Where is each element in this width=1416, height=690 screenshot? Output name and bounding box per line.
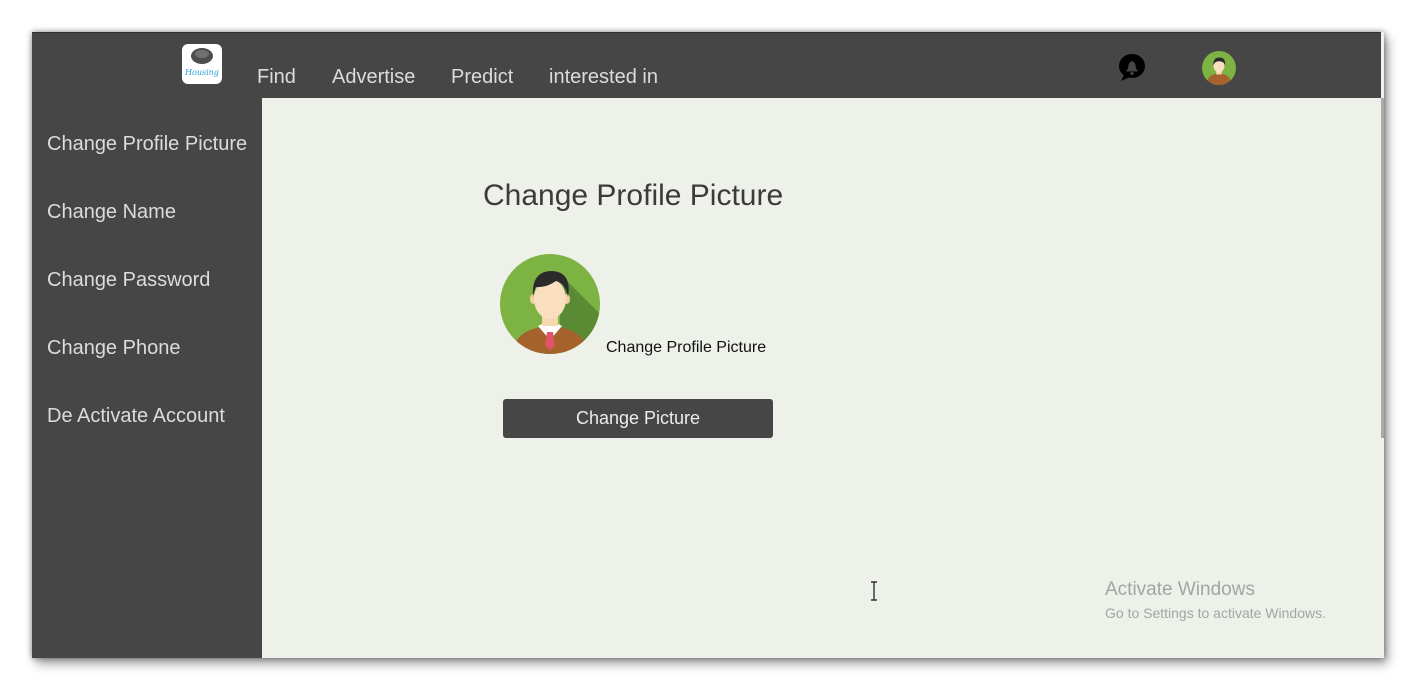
profile-picture-label: Change Profile Picture xyxy=(606,339,767,356)
change-picture-button[interactable]: Change Picture xyxy=(503,399,773,438)
activate-windows-title: Activate Windows xyxy=(1105,579,1255,600)
nav-advertise[interactable]: Advertise xyxy=(332,66,415,89)
page-title: Change Profile Picture xyxy=(483,179,784,212)
settings-sidebar: Change Profile Picture Change Name Chang… xyxy=(32,98,262,658)
bell-icon[interactable] xyxy=(1118,53,1146,83)
nav-interested-in[interactable]: interested in xyxy=(549,66,658,89)
top-navbar: Housing Find Advertise Predict intereste… xyxy=(32,32,1381,98)
nav-predict[interactable]: Predict xyxy=(451,66,513,89)
nav-find[interactable]: Find xyxy=(257,66,296,89)
activate-windows-subtitle: Go to Settings to activate Windows. xyxy=(1105,605,1326,621)
sidebar-item-deactivate-account[interactable]: De Activate Account xyxy=(47,405,225,428)
profile-avatar-icon[interactable] xyxy=(1202,51,1236,85)
sidebar-item-change-password[interactable]: Change Password xyxy=(47,269,210,292)
sidebar-item-change-phone[interactable]: Change Phone xyxy=(47,337,180,360)
sidebar-item-change-profile-picture[interactable]: Change Profile Picture xyxy=(47,133,247,156)
text-cursor-icon xyxy=(871,581,877,601)
logo-text: Housing xyxy=(185,68,219,77)
housing-logo[interactable]: Housing xyxy=(182,44,222,84)
house-blob-icon xyxy=(191,48,213,64)
vertical-scrollbar[interactable] xyxy=(1381,98,1384,438)
profile-picture-avatar xyxy=(500,254,600,354)
app-window: Housing Find Advertise Predict intereste… xyxy=(32,32,1384,658)
sidebar-item-change-name[interactable]: Change Name xyxy=(47,201,176,224)
